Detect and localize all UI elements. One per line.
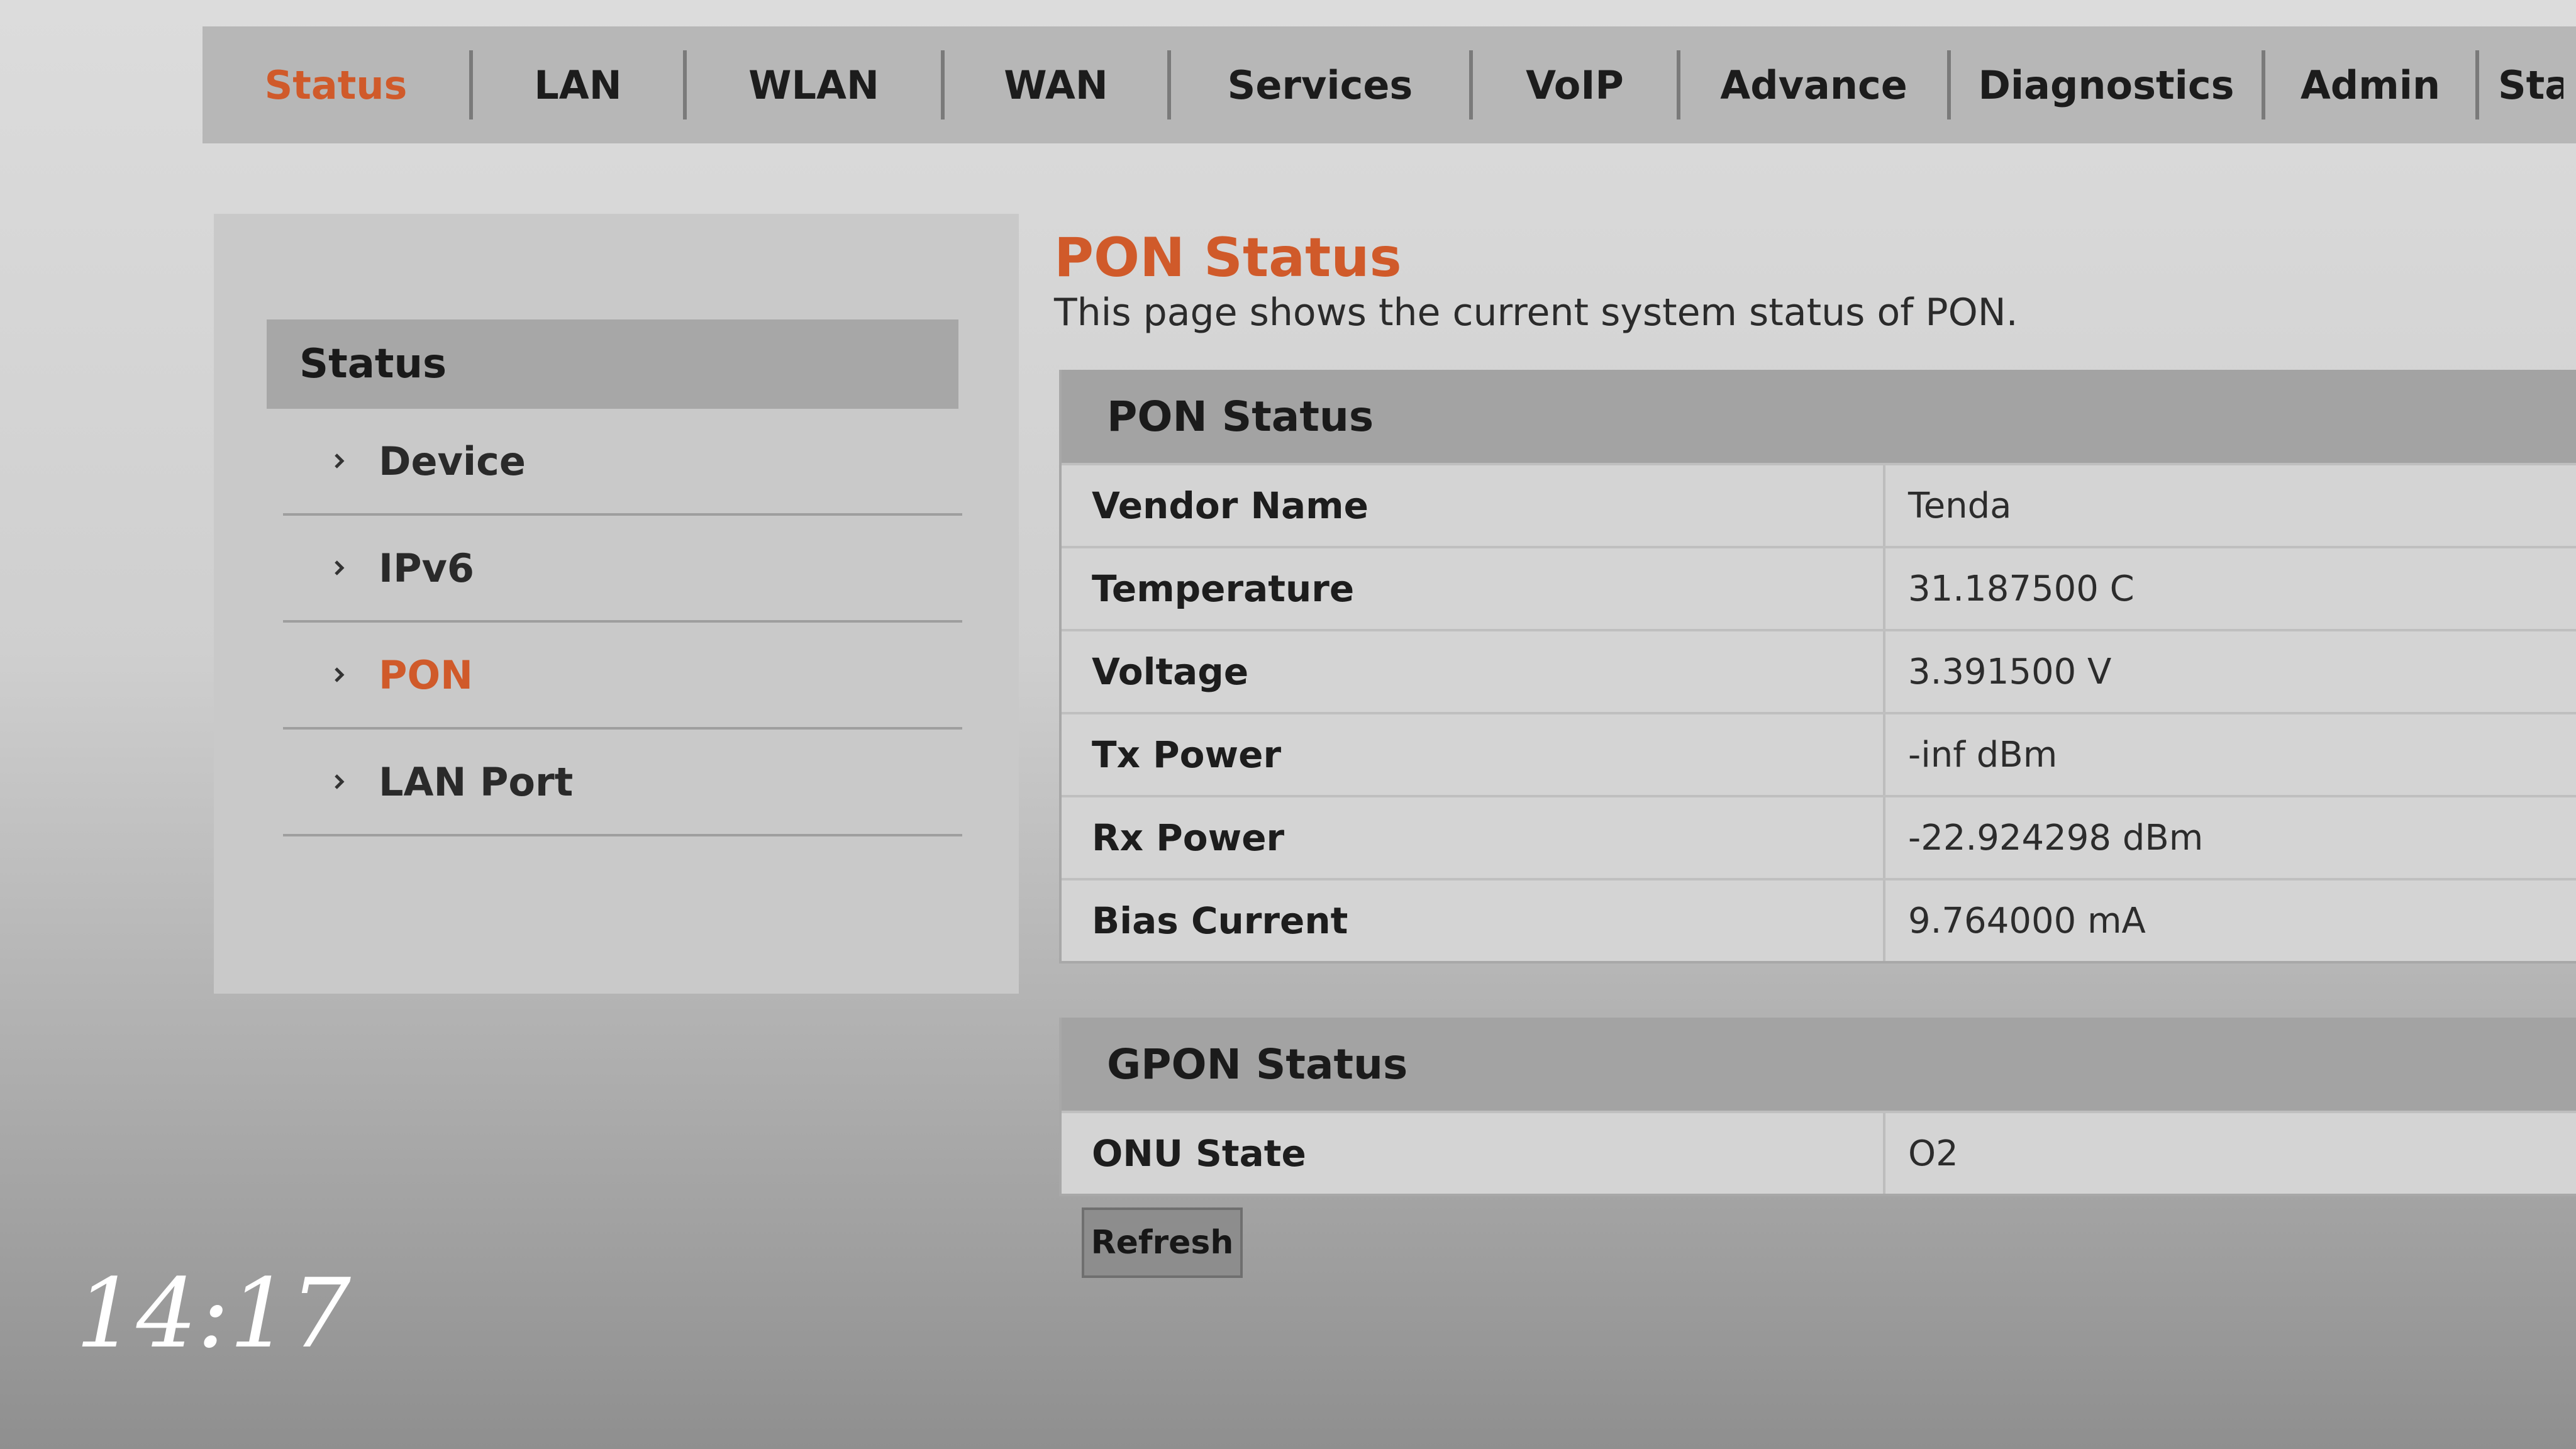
- page-description: This page shows the current system statu…: [1054, 291, 2018, 335]
- voltage-label: Voltage: [1062, 631, 1885, 712]
- tab-wlan[interactable]: WLAN: [687, 50, 945, 119]
- main-content: PON Status This page shows the current s…: [1054, 214, 2576, 1346]
- tab-voip[interactable]: VoIP: [1473, 50, 1680, 119]
- tab-admin[interactable]: Admin: [2265, 50, 2479, 119]
- clock-overlay: 14:17: [75, 1258, 352, 1369]
- sidebar-item-ipv6[interactable]: IPv6: [283, 516, 962, 623]
- pon-status-panel: PON Status Vendor Name Tenda Temperature…: [1059, 370, 2576, 963]
- tx-power-label: Tx Power: [1062, 714, 1885, 795]
- bias-current-value: 9.764000 mA: [1908, 900, 2146, 941]
- onu-state-label: ONU State: [1062, 1113, 1885, 1194]
- tab-diagnostics[interactable]: Diagnostics: [1951, 50, 2265, 119]
- tx-power-value: -inf dBm: [1908, 734, 2058, 775]
- rx-power-label: Rx Power: [1062, 797, 1885, 878]
- onu-state-value: O2: [1908, 1133, 1958, 1174]
- sidebar: Status Device IPv6 PON LAN Port: [214, 214, 1019, 994]
- sidebar-item-label: Device: [379, 438, 526, 484]
- vendor-name-value: Tenda: [1908, 485, 2012, 526]
- refresh-button[interactable]: Refresh: [1082, 1208, 1243, 1278]
- sidebar-item-pon[interactable]: PON: [283, 623, 962, 730]
- table-row: Voltage 3.391500 V: [1062, 629, 2576, 712]
- router-admin-screen: Status LAN WLAN WAN Services VoIP Advanc…: [0, 0, 2576, 1449]
- table-row: ONU State O2: [1062, 1111, 2576, 1194]
- temperature-label: Temperature: [1062, 548, 1885, 629]
- sidebar-item-label: PON: [379, 652, 474, 698]
- sidebar-item-device[interactable]: Device: [283, 409, 962, 516]
- vendor-name-label: Vendor Name: [1062, 465, 1885, 546]
- tab-wan[interactable]: WAN: [945, 50, 1171, 119]
- temperature-value: 31.187500 C: [1908, 568, 2135, 609]
- chevron-right-icon: [333, 666, 364, 684]
- sidebar-item-lan-port[interactable]: LAN Port: [283, 730, 962, 836]
- pon-status-heading: PON Status: [1062, 370, 2576, 463]
- tab-services[interactable]: Services: [1171, 50, 1473, 119]
- top-navigation: Status LAN WLAN WAN Services VoIP Advanc…: [203, 26, 2576, 143]
- tab-advance[interactable]: Advance: [1680, 50, 1951, 119]
- chevron-right-icon: [333, 452, 364, 470]
- voltage-value: 3.391500 V: [1908, 651, 2112, 692]
- table-row: Vendor Name Tenda: [1062, 463, 2576, 546]
- chevron-right-icon: [333, 559, 364, 577]
- table-row: Tx Power -inf dBm: [1062, 712, 2576, 795]
- tab-status[interactable]: Status: [203, 50, 473, 119]
- table-row: Temperature 31.187500 C: [1062, 546, 2576, 629]
- gpon-status-panel: GPON Status ONU State O2: [1059, 1018, 2576, 1196]
- sidebar-item-label: LAN Port: [379, 758, 574, 805]
- sidebar-header: Status: [267, 319, 958, 409]
- table-row: Rx Power -22.924298 dBm: [1062, 795, 2576, 878]
- gpon-status-heading: GPON Status: [1062, 1018, 2576, 1111]
- sidebar-item-label: IPv6: [379, 545, 475, 591]
- rx-power-value: -22.924298 dBm: [1908, 817, 2204, 858]
- tab-statistics[interactable]: Stat: [2479, 50, 2563, 119]
- tab-lan[interactable]: LAN: [473, 50, 687, 119]
- page-title: PON Status: [1054, 226, 1402, 289]
- chevron-right-icon: [333, 773, 364, 791]
- table-row: Bias Current 9.764000 mA: [1062, 878, 2576, 961]
- bias-current-label: Bias Current: [1062, 880, 1885, 961]
